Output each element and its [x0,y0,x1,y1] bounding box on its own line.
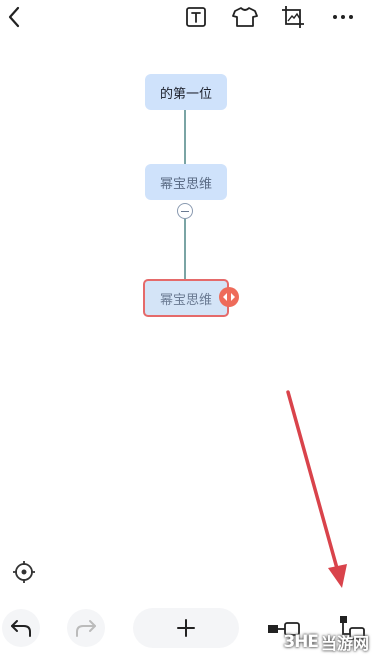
connector-line [184,219,186,279]
child-node[interactable]: 幂宝思维 [145,164,227,200]
top-toolbar [0,0,373,36]
image-crop-icon[interactable] [280,4,306,30]
selected-node[interactable]: 幂宝思维 [143,279,229,317]
watermark: 3HE 当游网 [283,630,369,654]
undo-icon [11,620,31,637]
watermark-site: 当游网 [320,634,369,653]
connector-line [184,110,186,164]
collapse-minus-icon[interactable] [177,203,193,219]
redo-icon [76,620,96,637]
more-dots-icon[interactable] [330,4,356,30]
undo-button[interactable] [2,609,40,647]
watermark-brand: 3HE [283,632,319,652]
child-node-label: 幂宝思维 [159,176,212,192]
text-box-icon[interactable] [184,5,208,29]
selected-node-label: 幂宝思维 [159,292,212,308]
annotation-arrow [286,390,347,588]
redo-button[interactable] [67,609,105,647]
bottom-toolbar: 3HE 当游网 [0,600,373,660]
tshirt-icon[interactable] [231,5,259,29]
back-chevron-left-icon[interactable] [2,4,26,30]
mindmap-canvas[interactable]: 的第一位 幂宝思维 幂宝思维 [0,36,373,596]
locate-crosshair-icon[interactable] [10,558,38,586]
drag-handle-icon[interactable] [219,287,239,307]
root-node[interactable]: 的第一位 [145,74,227,110]
add-node-button[interactable] [133,608,239,648]
root-node-label: 的第一位 [159,86,212,102]
plus-icon [177,619,195,637]
